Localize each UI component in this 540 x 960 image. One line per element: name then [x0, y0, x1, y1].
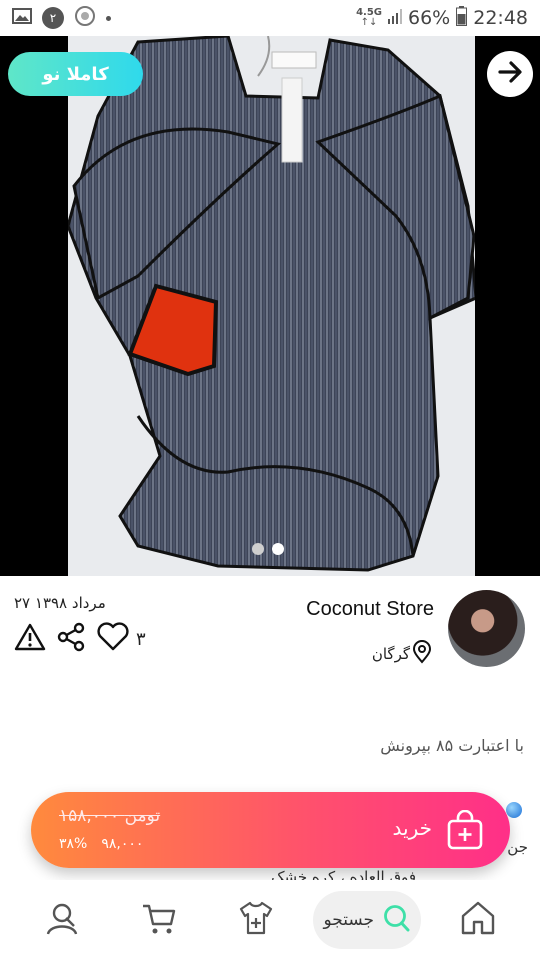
- shirt-add-icon: [238, 900, 274, 940]
- home-icon: [460, 900, 496, 940]
- product-image-carousel[interactable]: کاملا نو: [0, 36, 540, 576]
- notification-badge: ۲: [42, 7, 64, 29]
- store-avatar[interactable]: [448, 590, 525, 667]
- cart-icon: [141, 900, 177, 940]
- user-icon: [44, 900, 80, 940]
- discounted-price-row: ۳۸% ۹۸,۰۰۰: [59, 836, 143, 852]
- carousel-indicator: [252, 543, 284, 555]
- store-name[interactable]: Coconut Store: [306, 598, 434, 621]
- more-notifications-dot-icon: [106, 15, 111, 21]
- tab-profile[interactable]: [22, 890, 102, 950]
- carousel-dot[interactable]: [252, 543, 264, 555]
- blue-dot-icon: [506, 802, 522, 818]
- new-price: ۹۸,۰۰۰: [101, 836, 144, 852]
- search-icon: [380, 903, 410, 938]
- tab-home[interactable]: [438, 890, 518, 950]
- share-button[interactable]: [56, 622, 86, 656]
- buy-label: خرید: [392, 816, 432, 840]
- product-photo: [68, 36, 475, 576]
- gallery-icon: [12, 7, 32, 29]
- back-button[interactable]: [487, 51, 533, 97]
- post-date: ۲۷ مرداد ۱۳۹۸: [14, 594, 106, 612]
- tab-cart[interactable]: [119, 890, 199, 950]
- action-row: ۳: [14, 622, 146, 656]
- discount-percent: ۳۸%: [59, 836, 88, 852]
- carousel-dot-active[interactable]: [272, 543, 284, 555]
- tab-search[interactable]: جستجو: [312, 891, 421, 949]
- clock: 22:48: [473, 7, 528, 29]
- credit-text: با اعتبارت ۸۵ بپرونش: [380, 736, 524, 755]
- battery-percent: 66%: [408, 7, 451, 29]
- search-label: جستجو: [323, 910, 375, 930]
- report-button[interactable]: [14, 622, 46, 656]
- tab-add-product[interactable]: [216, 890, 296, 950]
- status-bar: ۲ 4.5G ↑↓ 66% 22:48: [0, 0, 540, 36]
- shopping-bag-add-icon: [446, 809, 484, 854]
- old-price: ۱۵۸,۰۰۰ تومن: [59, 806, 161, 826]
- store-city: گرگان: [371, 645, 410, 663]
- buy-button[interactable]: ۱۵۸,۰۰۰ تومن ۳۸% ۹۸,۰۰۰ خرید: [31, 792, 510, 868]
- condition-badge: کاملا نو: [8, 52, 143, 96]
- signal-icon: [388, 7, 402, 29]
- network-type: 4.5G ↑↓: [356, 7, 382, 28]
- bottom-navigation: جستجو: [0, 880, 540, 960]
- store-location: گرگان: [372, 640, 432, 668]
- arrow-right-icon: [496, 58, 524, 90]
- app-notification-icon: [74, 5, 96, 31]
- description-text: جن: [507, 838, 528, 856]
- battery-icon: [456, 5, 468, 31]
- location-pin-icon: [412, 640, 432, 668]
- like-button[interactable]: [96, 622, 130, 656]
- like-count: ۳: [136, 628, 146, 650]
